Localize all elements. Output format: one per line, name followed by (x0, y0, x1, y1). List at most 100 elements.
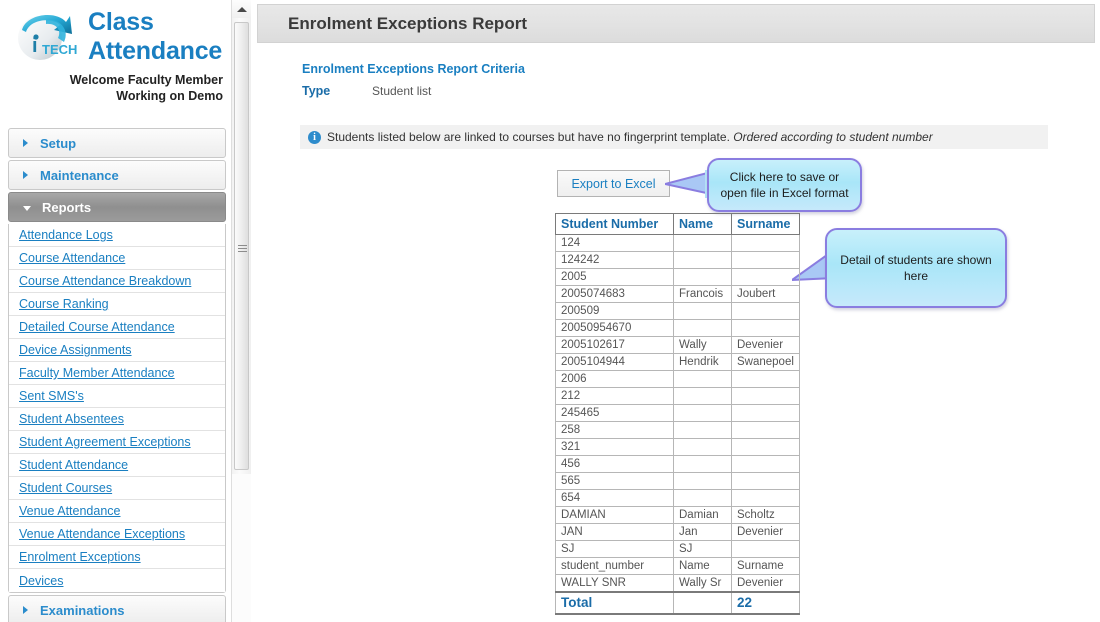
table-row: 20050954670 (555, 319, 800, 337)
brand-title: Class Attendance (88, 8, 222, 66)
table-row: 2006 (555, 370, 800, 388)
page-header-bar: Enrolment Exceptions Report (257, 4, 1095, 43)
chevron-right-icon (23, 171, 28, 179)
sidebar-link-label[interactable]: Sent SMS's (19, 389, 84, 403)
column-header-surname: Surname (731, 213, 800, 235)
cell-surname (731, 319, 800, 337)
chevron-right-icon (23, 139, 28, 147)
sidebar-item-student-attendance[interactable]: Student Attendance (9, 454, 225, 477)
sidebar-item-venue-attendance[interactable]: Venue Attendance (9, 500, 225, 523)
sidebar-link-label[interactable]: Detailed Course Attendance (19, 320, 175, 334)
criteria-type-label: Type (302, 84, 331, 98)
cell-name (673, 302, 732, 320)
cell-name: Hendrik (673, 353, 732, 371)
scroll-up-arrow-icon[interactable] (232, 0, 251, 18)
sidebar-link-label[interactable]: Faculty Member Attendance (19, 366, 175, 380)
cell-student-number: student_number (555, 557, 674, 575)
sidebar-link-label[interactable]: Student Courses (19, 481, 112, 495)
sidebar-group-maintenance[interactable]: Maintenance (8, 160, 226, 190)
cell-student-number: 124242 (555, 251, 674, 269)
sidebar-link-label[interactable]: Student Attendance (19, 458, 128, 472)
sidebar-link-label[interactable]: Venue Attendance Exceptions (19, 527, 185, 541)
cell-surname (731, 387, 800, 405)
cell-name (673, 370, 732, 388)
callout-export-hint-text: Click here to save or open file in Excel… (720, 170, 849, 200)
sidebar-link-label[interactable]: Device Assignments (19, 343, 132, 357)
cell-student-number: 200509 (555, 302, 674, 320)
cell-surname (731, 268, 800, 286)
cell-name: Damian (673, 506, 732, 524)
sidebar-item-faculty-member-attendance[interactable]: Faculty Member Attendance (9, 362, 225, 385)
sidebar-group-setup-label: Setup (40, 135, 77, 151)
sidebar-item-student-agreement-exceptions[interactable]: Student Agreement Exceptions (9, 431, 225, 454)
sidebar-item-enrolment-exceptions[interactable]: Enrolment Exceptions (9, 546, 225, 569)
page-title: Enrolment Exceptions Report (288, 13, 527, 33)
sidebar-item-course-attendance-breakdown[interactable]: Course Attendance Breakdown (9, 270, 225, 293)
callout-export-hint: Click here to save or open file in Excel… (707, 158, 862, 212)
cell-student-number: 212 (555, 387, 674, 405)
cell-surname (731, 421, 800, 439)
table-row: 321 (555, 438, 800, 456)
sidebar-item-student-absentees[interactable]: Student Absentees (9, 408, 225, 431)
cell-surname (731, 404, 800, 422)
sidebar-vertical-scrollbar[interactable] (231, 0, 251, 622)
brand-title-line1: Class (88, 8, 154, 36)
sidebar-link-label[interactable]: Student Absentees (19, 412, 124, 426)
sidebar-group-reports[interactable]: Reports (8, 192, 226, 222)
table-row: DAMIAN Damian Scholtz (555, 506, 800, 524)
sidebar-link-label[interactable]: Devices (19, 574, 63, 588)
sidebar-link-label[interactable]: Course Ranking (19, 297, 109, 311)
cell-student-number: 2006 (555, 370, 674, 388)
cell-name (673, 489, 732, 507)
chevron-right-icon (23, 606, 28, 614)
cell-student-number: 258 (555, 421, 674, 439)
sidebar-item-course-attendance[interactable]: Course Attendance (9, 247, 225, 270)
cell-student-number: 2005074683 (555, 285, 674, 303)
cell-name: Wally Sr (673, 574, 732, 592)
table-row: WALLY SNR Wally Sr Devenier (555, 574, 800, 592)
sidebar-group-setup[interactable]: Setup (8, 128, 226, 158)
table-header-row: Student Number Name Surname (555, 213, 800, 235)
sidebar-item-attendance-logs[interactable]: Attendance Logs (9, 224, 225, 247)
sidebar-item-venue-attendance-exceptions[interactable]: Venue Attendance Exceptions (9, 523, 225, 546)
info-banner-text: Students listed below are linked to cour… (327, 130, 933, 144)
sidebar-link-label[interactable]: Attendance Logs (19, 228, 113, 242)
sidebar-link-label[interactable]: Venue Attendance (19, 504, 120, 518)
sidebar-link-label[interactable]: Course Attendance Breakdown (19, 274, 191, 288)
table-row: 2005 (555, 268, 800, 286)
scrollbar-track[interactable] (232, 474, 251, 622)
cell-student-number: 245465 (555, 404, 674, 422)
svg-text:TECH: TECH (42, 42, 77, 57)
sidebar-item-student-courses[interactable]: Student Courses (9, 477, 225, 500)
cell-name (673, 404, 732, 422)
cell-name (673, 438, 732, 456)
table-total-row: Total 22 (555, 590, 800, 615)
sidebar-link-label[interactable]: Enrolment Exceptions (19, 550, 141, 564)
cell-surname: Joubert (731, 285, 800, 303)
sidebar-link-label[interactable]: Student Agreement Exceptions (19, 435, 191, 449)
sidebar-item-sent-smss[interactable]: Sent SMS's (9, 385, 225, 408)
table-row: SJ SJ (555, 540, 800, 558)
cell-name: Wally (673, 336, 732, 354)
sidebar-group-examinations[interactable]: Examinations (8, 595, 226, 622)
sidebar-item-detailed-course-attendance[interactable]: Detailed Course Attendance (9, 316, 225, 339)
cell-surname (731, 370, 800, 388)
export-to-excel-button[interactable]: Export to Excel (557, 170, 670, 197)
table-row: 124242 (555, 251, 800, 269)
table-row: 245465 (555, 404, 800, 422)
sidebar-menu: Setup Maintenance Reports Attendance Log… (8, 128, 226, 622)
cell-surname: Devenier (731, 523, 800, 541)
sidebar-item-device-assignments[interactable]: Device Assignments (9, 339, 225, 362)
sidebar-link-label[interactable]: Course Attendance (19, 251, 125, 265)
scrollbar-thumb[interactable] (234, 22, 249, 470)
sidebar-item-course-ranking[interactable]: Course Ranking (9, 293, 225, 316)
cell-surname (731, 489, 800, 507)
cell-name: Francois (673, 285, 732, 303)
info-banner-text-italic: Ordered according to student number (733, 130, 933, 144)
callout-tail-export-icon (665, 170, 713, 198)
column-header-name: Name (673, 213, 732, 235)
sidebar-item-devices[interactable]: Devices (9, 569, 225, 592)
sidebar-reports-submenu: Attendance Logs Course Attendance Course… (8, 224, 226, 593)
criteria-row-type: Type Student list (302, 84, 431, 98)
cell-surname: Surname (731, 557, 800, 575)
